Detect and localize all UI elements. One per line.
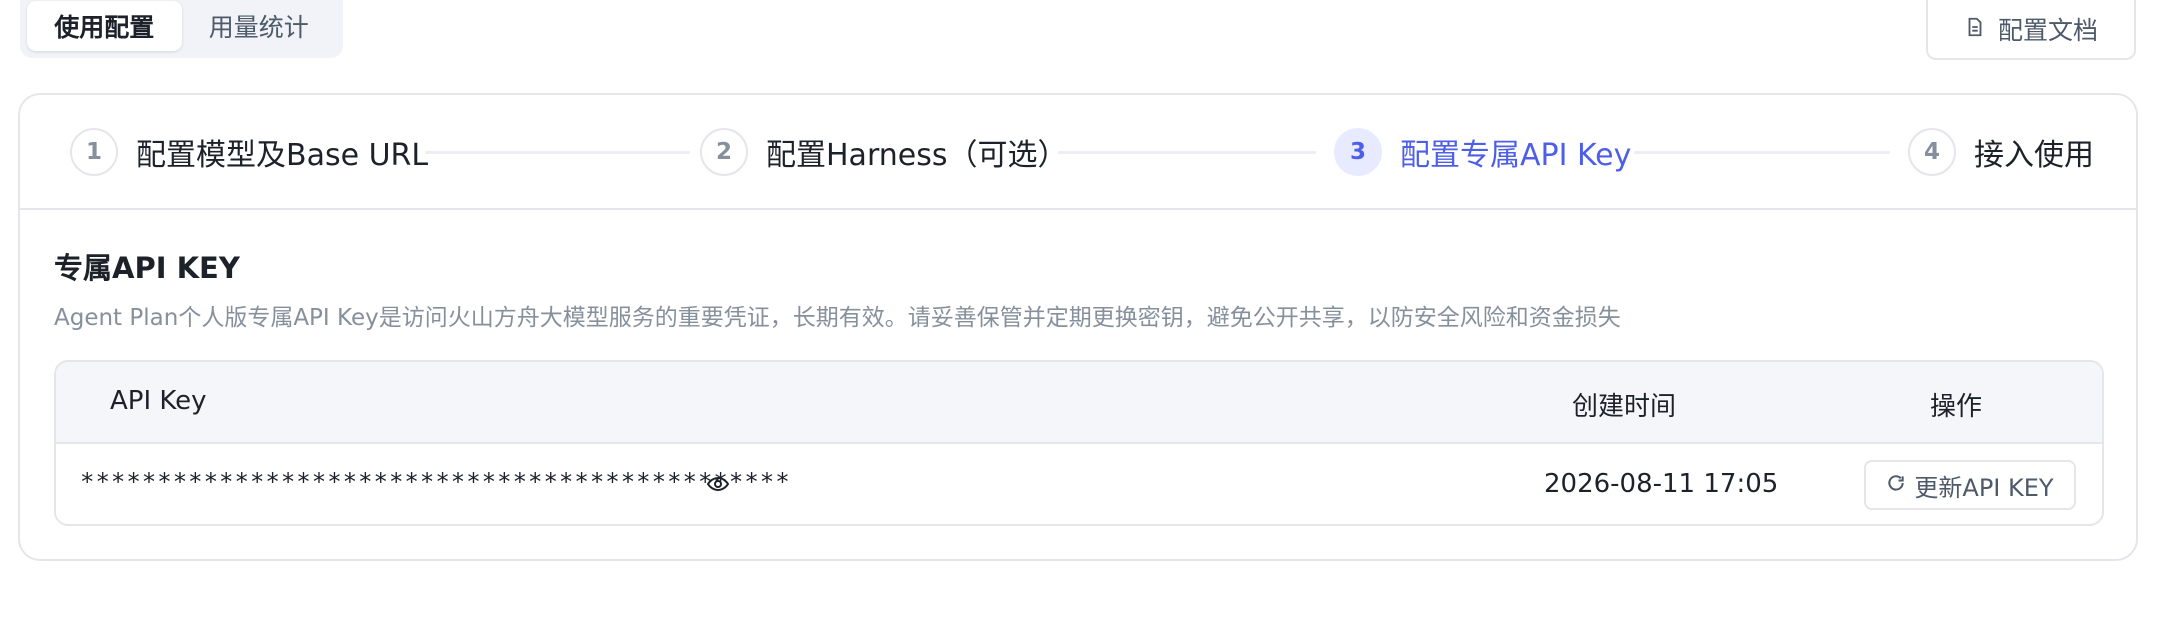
step-3-label: 配置专属API Key [1400, 138, 1632, 173]
update-api-key-label: 更新API KEY [1914, 473, 2054, 502]
created-time-value: 2026-08-11 17:05 [1544, 469, 1779, 499]
eye-icon[interactable] [706, 472, 730, 496]
step-3-number: 3 [1334, 128, 1382, 176]
top-tabs: 使用配置 用量统计 [20, 0, 343, 58]
step-connector [425, 151, 690, 154]
document-icon [1964, 15, 1986, 44]
header-created-time: 创建时间 [1572, 392, 1677, 422]
tab-usage-config[interactable]: 使用配置 [27, 1, 182, 51]
header-api-key: API Key [110, 386, 207, 416]
step-4-number: 4 [1908, 128, 1956, 176]
step-1[interactable]: 1 配置模型及Base URL [70, 128, 428, 176]
refresh-icon [1886, 471, 1906, 499]
step-3[interactable]: 3 配置专属API Key [1334, 128, 1631, 176]
table-row: ****************************************… [56, 444, 2102, 524]
step-2-number: 2 [700, 128, 748, 176]
tab-usage-stats[interactable]: 用量统计 [182, 1, 337, 51]
step-1-number: 1 [70, 128, 118, 176]
stepper: 1 配置模型及Base URL 2 配置Harness（可选） 3 配置专属AP… [20, 95, 2136, 210]
step-connector [1634, 151, 1890, 154]
config-card: 1 配置模型及Base URL 2 配置Harness（可选） 3 配置专属AP… [18, 93, 2138, 561]
api-key-table: API Key 创建时间 操作 ************************… [54, 360, 2104, 526]
update-api-key-button[interactable]: 更新API KEY [1864, 460, 2076, 510]
step-1-label: 配置模型及Base URL [136, 138, 429, 173]
table-header: API Key 创建时间 操作 [56, 362, 2102, 444]
step-4[interactable]: 4 接入使用 [1908, 128, 2094, 176]
api-key-masked-value: ****************************************… [80, 468, 791, 496]
step-2-label: 配置Harness（可选） [766, 138, 1068, 173]
step-connector [1058, 151, 1316, 154]
step-4-label: 接入使用 [1974, 138, 2094, 173]
config-docs-button[interactable]: 配置文档 [1926, 0, 2136, 60]
header-actions: 操作 [1930, 392, 1983, 422]
section-description: Agent Plan个人版专属API Key是访问火山方舟大模型服务的重要凭证，… [54, 305, 1621, 331]
step-2[interactable]: 2 配置Harness（可选） [700, 128, 1067, 176]
config-docs-label: 配置文档 [1997, 16, 2098, 45]
section-title: 专属API KEY [54, 251, 240, 285]
